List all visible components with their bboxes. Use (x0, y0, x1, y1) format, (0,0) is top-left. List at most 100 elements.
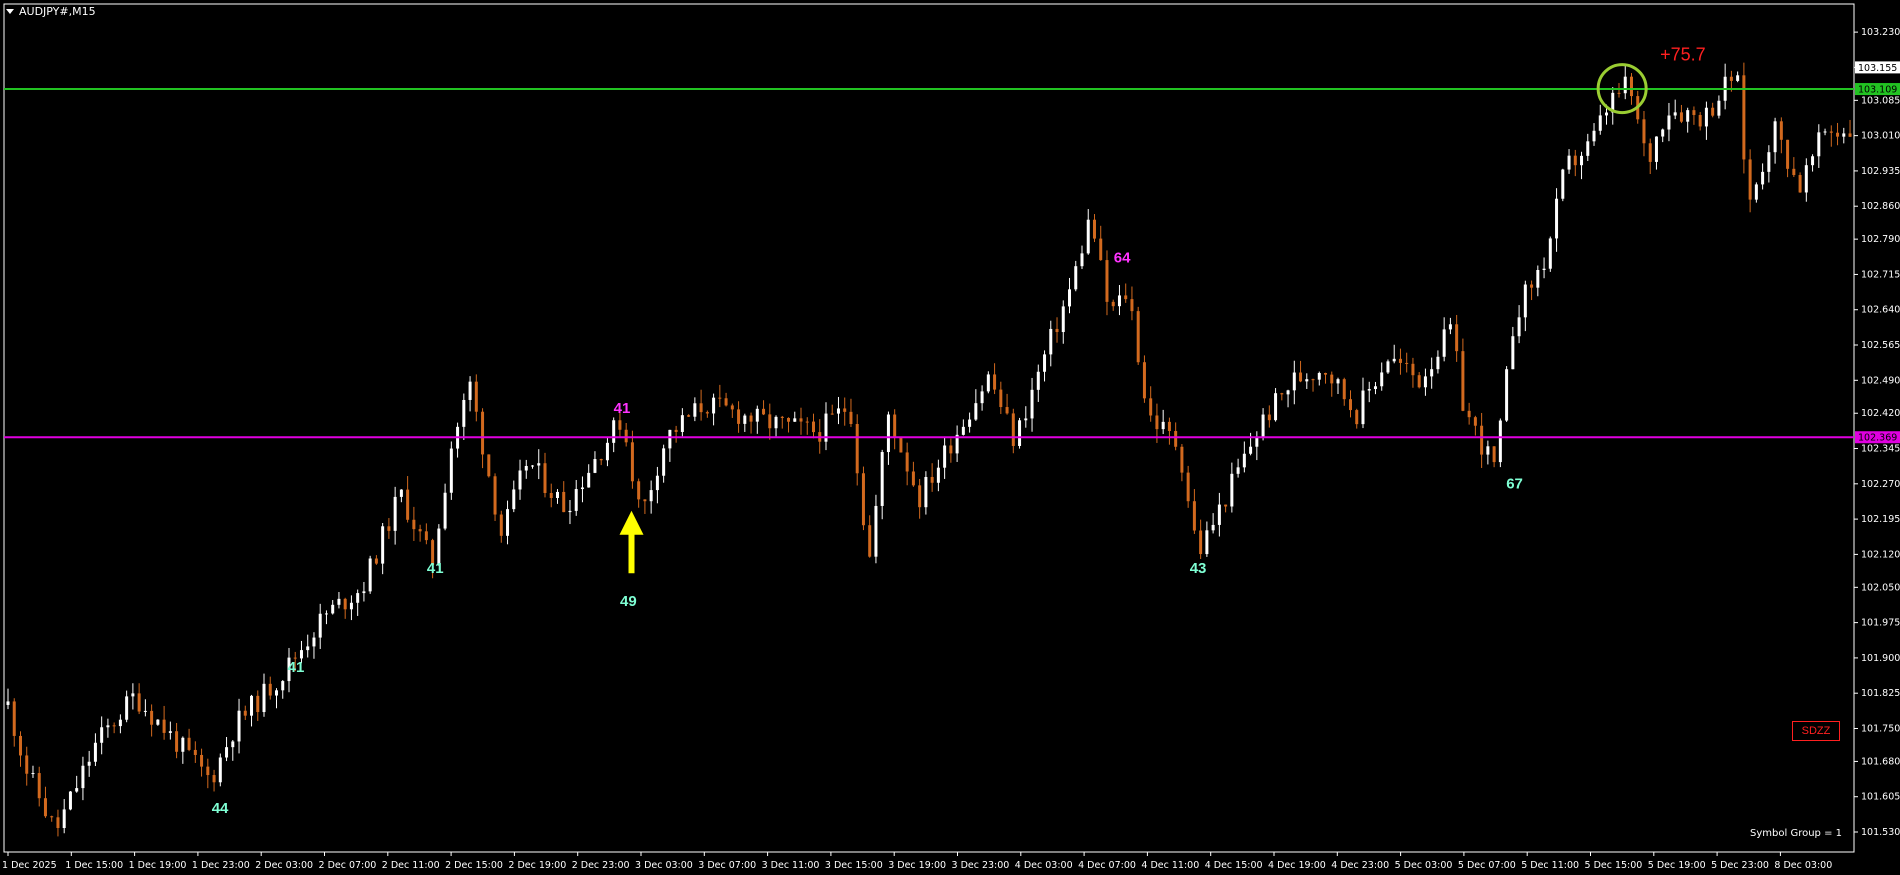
candle-body (1617, 92, 1621, 94)
candle-body (749, 415, 753, 422)
candle-body (406, 489, 410, 520)
candle-body (1149, 398, 1153, 416)
candle-body (618, 420, 622, 430)
candle-body (1348, 399, 1352, 411)
candle-body (868, 525, 872, 557)
candle-body (1092, 219, 1096, 239)
candle-body (1192, 501, 1196, 531)
candle-body (724, 398, 728, 406)
candle-body (1317, 372, 1321, 380)
candle-body (12, 701, 16, 736)
candle-body (1411, 363, 1415, 376)
candle-body (1698, 115, 1702, 127)
candle-body (412, 519, 416, 530)
candle-body (81, 765, 85, 789)
candle-body (443, 492, 447, 529)
candle-body (1742, 75, 1746, 160)
candle-body (1448, 324, 1452, 330)
candle-body (1080, 253, 1084, 267)
candle-body (905, 452, 909, 472)
candle-body (1679, 112, 1683, 122)
candle-body (1018, 420, 1022, 446)
y-tick-label: 102.790 (1861, 234, 1900, 245)
candle-body (574, 489, 578, 511)
candle-body (1667, 115, 1671, 130)
x-tick-label: 3 Dec 11:00 (762, 860, 820, 871)
candle-body (68, 791, 72, 810)
candle-body (1024, 418, 1028, 421)
candle-body (1561, 169, 1565, 199)
chart-area[interactable]: 101.530 101.605 101.680 101.750 101.825 101.9… (0, 0, 1900, 875)
candle-body (1249, 446, 1253, 454)
candle-body (1242, 453, 1246, 468)
candle-body (1598, 115, 1602, 131)
candle-body (6, 701, 10, 705)
candle-body (637, 481, 641, 500)
candle-body (662, 448, 666, 476)
dropdown-arrow-icon[interactable] (6, 9, 14, 14)
chart-title[interactable]: AUDJPY#,M15 (6, 5, 96, 18)
candle-body (43, 798, 47, 817)
sdzz-badge[interactable]: SDZZ (1792, 721, 1840, 741)
candle-body (1736, 75, 1740, 81)
candle-body (1498, 420, 1502, 463)
candle-body (1361, 390, 1365, 425)
candle-body (499, 514, 503, 536)
x-tick-label: 2 Dec 03:00 (255, 860, 313, 871)
candle-body (1536, 270, 1540, 288)
x-tick-label: 3 Dec 15:00 (825, 860, 883, 871)
x-tick-label: 5 Dec 23:00 (1711, 860, 1769, 871)
candle-body (337, 598, 341, 605)
candle-body (168, 731, 172, 733)
candle-body (599, 459, 603, 461)
candle-body (256, 695, 260, 713)
candle-body (399, 489, 403, 497)
candle-body (1473, 417, 1477, 426)
annotation-label: 43 (1190, 560, 1207, 577)
candle-body (512, 489, 516, 510)
candle-body (943, 445, 947, 468)
x-tick-label: 3 Dec 19:00 (888, 860, 946, 871)
y-tick-label: 102.120 (1861, 549, 1900, 560)
candle-body (1648, 143, 1652, 162)
candle-body (487, 454, 491, 477)
candle-body (250, 695, 254, 716)
candle-body (1330, 374, 1334, 384)
x-tick-label: 5 Dec 03:00 (1395, 860, 1453, 871)
candle-body (1686, 110, 1690, 122)
candle-body (1442, 329, 1446, 357)
price-tag-label: 102.369 (1858, 433, 1897, 444)
candle-body (1167, 421, 1171, 432)
candle-body (587, 472, 591, 488)
price-chart[interactable]: 101.530 101.605 101.680 101.750 101.825 101.9… (0, 0, 1900, 875)
candle-body (462, 399, 466, 427)
candle-body (356, 593, 360, 603)
candle-body (849, 411, 853, 425)
candle-body (200, 754, 204, 767)
candle-body (755, 408, 759, 422)
candle-body (150, 710, 154, 725)
candle-body (680, 415, 684, 432)
candle-body (531, 465, 535, 467)
annotation-label: 41 (288, 659, 305, 676)
candle-body (1205, 530, 1209, 555)
y-tick-label: 102.270 (1861, 479, 1900, 490)
candle-body (924, 476, 928, 508)
candle-body (1342, 379, 1346, 400)
candle-body (893, 414, 897, 439)
candle-body (980, 391, 984, 404)
candle-body (1786, 139, 1790, 169)
candle-body (218, 757, 222, 783)
candle-body (237, 710, 241, 742)
candle-body (331, 604, 335, 614)
candle-body (805, 421, 809, 423)
candle-body (880, 452, 884, 506)
candle-body (1542, 268, 1546, 271)
candle-body (999, 389, 1003, 408)
x-tick-label: 8 Dec 03:00 (1774, 860, 1832, 871)
candle-body (1124, 295, 1128, 300)
candle-body (1842, 133, 1846, 137)
candle-body (18, 735, 22, 756)
candle-body (262, 683, 266, 713)
x-tick-label: 3 Dec 23:00 (952, 860, 1010, 871)
